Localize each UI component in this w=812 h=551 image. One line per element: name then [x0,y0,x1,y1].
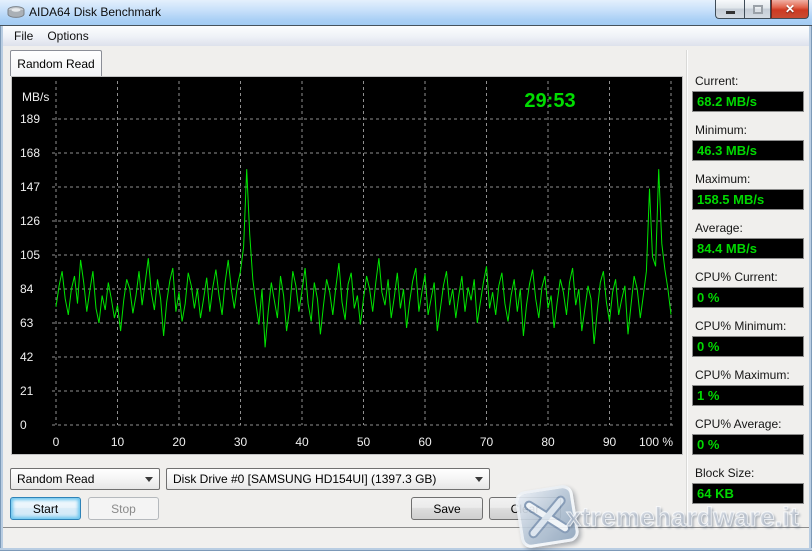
stat-label: CPU% Minimum: [695,319,804,333]
chart-panel: 0 10 20 30 40 50 60 70 80 90 100 % 189 168 147 126 105 8… [11,76,683,455]
title-bar: AIDA64 Disk Benchmark ✕ [0,0,812,26]
drive-select-value: Disk Drive #0 [SAMSUNG HD154UI] (1397.3 … [173,472,436,486]
menu-bar: File Options [3,26,809,46]
window-title: AIDA64 Disk Benchmark [29,5,161,19]
stop-button[interactable]: Stop [88,497,159,520]
watermark-text: xtremehardware.it [566,502,799,533]
svg-text:147: 147 [20,180,40,194]
stat-maximum: Maximum: 158.5 MB/s [692,172,804,210]
stat-cpu-maximum: CPU% Maximum: 1 % [692,368,804,406]
svg-text:29:53: 29:53 [524,90,575,112]
benchmark-type-value: Random Read [17,472,94,486]
chevron-down-icon [145,477,153,482]
chevron-down-icon [475,477,483,482]
menu-item-options[interactable]: Options [40,27,95,46]
window-buttons: ✕ [715,0,809,19]
svg-text:70: 70 [480,435,494,449]
stat-label: Block Size: [695,466,804,480]
stat-current: Current: 68.2 MB/s [692,74,804,112]
menu-item-file[interactable]: File [7,27,40,46]
stat-label: Minimum: [695,123,804,137]
app-window: AIDA64 Disk Benchmark ✕ File Options Ran… [0,0,812,551]
stat-cpu-minimum: CPU% Minimum: 0 % [692,319,804,357]
svg-text:63: 63 [20,316,34,330]
stat-value-box: 0 % [692,336,804,357]
svg-text:80: 80 [541,435,555,449]
stat-value-box: 0 % [692,434,804,455]
window-border-left [0,26,3,551]
stat-label: Current: [695,74,804,88]
benchmark-chart: 0 10 20 30 40 50 60 70 80 90 100 % 189 168 147 126 105 8… [12,77,682,454]
svg-text:90: 90 [603,435,617,449]
svg-text:40: 40 [295,435,309,449]
disk-icon [7,6,25,19]
svg-text:105: 105 [20,248,40,262]
maximize-button[interactable] [744,0,771,19]
stat-value-box: 158.5 MB/s [692,189,804,210]
stat-value-box: 64 KB [692,483,804,504]
tab-random-read[interactable]: Random Read [10,50,102,76]
svg-text:60: 60 [418,435,432,449]
svg-text:84: 84 [20,282,34,296]
stat-cpu-current: CPU% Current: 0 % [692,270,804,308]
stat-average: Average: 84.4 MB/s [692,221,804,259]
stat-minimum: Minimum: 46.3 MB/s [692,123,804,161]
svg-text:10: 10 [111,435,125,449]
svg-text:189: 189 [20,112,40,126]
stat-block-size: Block Size: 64 KB [692,466,804,504]
minimize-icon [726,11,735,14]
drive-select[interactable]: Disk Drive #0 [SAMSUNG HD154UI] (1397.3 … [166,468,490,490]
svg-text:21: 21 [20,384,34,398]
stat-label: Average: [695,221,804,235]
svg-text:100 %: 100 % [639,435,673,449]
svg-text:42: 42 [20,350,34,364]
svg-text:168: 168 [20,146,40,160]
close-button[interactable]: ✕ [771,0,809,19]
stat-label: CPU% Average: [695,417,804,431]
svg-text:MB/s: MB/s [22,90,49,104]
start-button[interactable]: Start [10,497,81,520]
panel-divider [686,50,688,527]
svg-text:50: 50 [357,435,371,449]
maximize-icon [753,5,763,14]
benchmark-type-select[interactable]: Random Read [10,468,160,490]
stat-value-box: 68.2 MB/s [692,91,804,112]
svg-text:30: 30 [234,435,248,449]
svg-text:20: 20 [172,435,186,449]
close-icon: ✕ [785,2,795,16]
svg-text:0: 0 [20,418,27,432]
minimize-button[interactable] [715,0,744,19]
stat-value-box: 46.3 MB/s [692,140,804,161]
stat-label: CPU% Current: [695,270,804,284]
stat-value-box: 0 % [692,287,804,308]
stat-label: Maximum: [695,172,804,186]
stat-value-box: 84.4 MB/s [692,238,804,259]
svg-text:0: 0 [53,435,60,449]
svg-text:126: 126 [20,214,40,228]
stat-value-box: 1 % [692,385,804,406]
stats-panel: Current: 68.2 MB/s Minimum: 46.3 MB/s Ma… [692,74,804,515]
stat-cpu-average: CPU% Average: 0 % [692,417,804,455]
save-button[interactable]: Save [411,497,483,520]
stat-label: CPU% Maximum: [695,368,804,382]
